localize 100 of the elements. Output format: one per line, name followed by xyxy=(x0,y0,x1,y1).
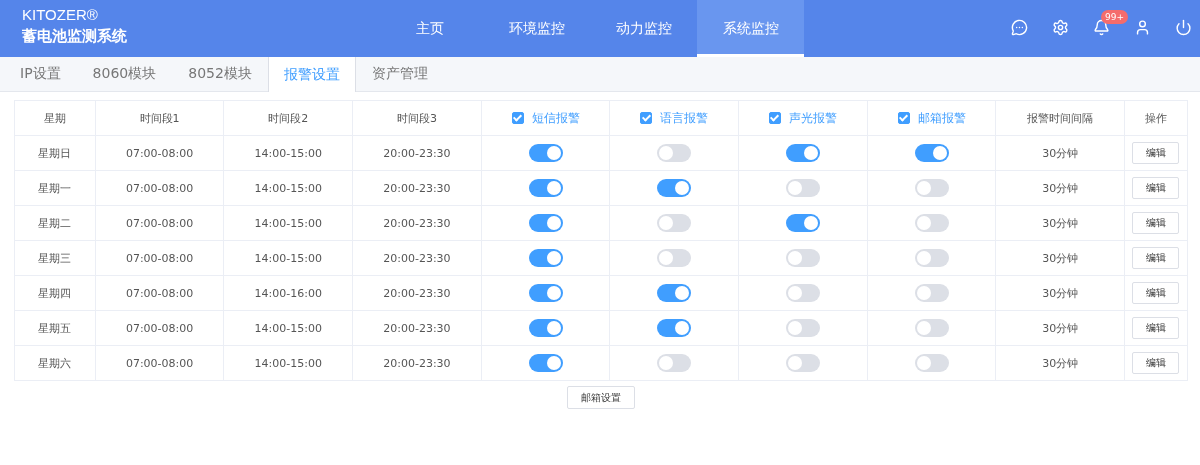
toggle-switch[interactable] xyxy=(914,249,949,267)
table-cell: 30分钟 xyxy=(1042,251,1079,265)
edit-button[interactable]: 编辑 xyxy=(1132,247,1180,269)
edit-button[interactable]: 编辑 xyxy=(1132,352,1180,374)
table-cell: 30分钟 xyxy=(1042,146,1079,160)
toggle-switch[interactable] xyxy=(528,284,563,302)
sub-tab[interactable]: 8052模块 xyxy=(172,57,268,91)
table-cell: 07:00-08:00 xyxy=(125,321,194,335)
edit-button[interactable]: 编辑 xyxy=(1132,212,1180,234)
toggle-switch[interactable] xyxy=(657,319,692,337)
table-cell: 20:00-23:30 xyxy=(383,286,451,300)
brand-name: KITOZER® xyxy=(22,6,99,24)
column-header: 时间段1 xyxy=(139,111,180,125)
toggle-switch[interactable] xyxy=(528,354,563,372)
checkbox[interactable] xyxy=(897,112,910,124)
sub-tab[interactable]: 资产管理 xyxy=(355,57,444,91)
table-cell: 07:00-08:00 xyxy=(125,356,194,370)
table-cell: 30分钟 xyxy=(1042,356,1079,370)
sub-tab[interactable]: 报警设置 xyxy=(267,57,356,92)
column-header: 操作 xyxy=(1145,111,1167,125)
toggle-switch[interactable] xyxy=(528,319,563,337)
toggle-switch[interactable] xyxy=(657,249,692,267)
table-cell: 30分钟 xyxy=(1042,321,1079,335)
toggle-switch[interactable] xyxy=(785,354,820,372)
toggle-switch[interactable] xyxy=(657,354,692,372)
table-cell: 20:00-23:30 xyxy=(383,216,451,230)
toggle-switch[interactable] xyxy=(785,214,820,232)
sub-tab[interactable]: 8060模块 xyxy=(76,57,173,91)
checkbox[interactable] xyxy=(640,112,653,124)
edit-button[interactable]: 编辑 xyxy=(1132,317,1180,339)
power-icon[interactable] xyxy=(1175,19,1192,36)
toggle-switch[interactable] xyxy=(914,284,949,302)
table-cell: 20:00-23:30 xyxy=(383,321,451,335)
sub-tab[interactable]: IP设置 xyxy=(4,57,77,91)
settings-icon[interactable] xyxy=(1052,19,1069,36)
table-cell: 14:00-15:00 xyxy=(254,321,322,335)
table-cell: 07:00-08:00 xyxy=(125,216,194,230)
toggle-switch[interactable] xyxy=(785,249,820,267)
table-cell: 星期六 xyxy=(38,356,72,370)
toggle-switch[interactable] xyxy=(528,249,563,267)
email-settings-button[interactable]: 邮箱设置 xyxy=(567,386,635,409)
table-cell: 14:00-15:00 xyxy=(254,146,322,160)
bell-icon[interactable] xyxy=(1093,19,1110,36)
table-cell: 星期一 xyxy=(38,181,72,195)
toggle-switch[interactable] xyxy=(785,284,820,302)
toggle-switch[interactable] xyxy=(914,214,949,232)
column-header: 短信报警 xyxy=(531,109,580,127)
toggle-switch[interactable] xyxy=(914,354,949,372)
toggle-switch[interactable] xyxy=(657,144,692,162)
toggle-switch[interactable] xyxy=(657,214,692,232)
toggle-switch[interactable] xyxy=(914,179,949,197)
toggle-switch[interactable] xyxy=(657,284,692,302)
toggle-switch[interactable] xyxy=(914,319,949,337)
table-cell: 30分钟 xyxy=(1042,216,1079,230)
column-header: 声光报警 xyxy=(788,109,837,127)
toggle-switch[interactable] xyxy=(785,319,820,337)
nav-tab[interactable]: 系统监控 xyxy=(697,0,804,57)
edit-button[interactable]: 编辑 xyxy=(1132,142,1180,164)
toggle-switch[interactable] xyxy=(657,179,692,197)
table-cell: 20:00-23:30 xyxy=(383,146,451,160)
user-icon[interactable] xyxy=(1134,19,1151,36)
checkbox[interactable] xyxy=(511,112,524,124)
notification-badge: 99+ xyxy=(1101,10,1128,24)
table-cell: 14:00-15:00 xyxy=(254,251,322,265)
column-header: 时间段3 xyxy=(396,111,437,125)
table-cell: 07:00-08:00 xyxy=(125,146,194,160)
toggle-switch[interactable] xyxy=(528,144,563,162)
table-cell: 07:00-08:00 xyxy=(125,181,194,195)
table-cell: 14:00-15:00 xyxy=(254,356,322,370)
app-title: 蓄电池监测系统 xyxy=(22,26,128,47)
edit-button[interactable]: 编辑 xyxy=(1132,177,1180,199)
column-header: 语言报警 xyxy=(660,109,709,127)
toggle-switch[interactable] xyxy=(785,179,820,197)
table-cell: 星期日 xyxy=(38,146,72,160)
table-cell: 20:00-23:30 xyxy=(383,181,451,195)
chat-icon[interactable] xyxy=(1011,19,1028,36)
table-cell: 星期五 xyxy=(38,321,72,335)
table-cell: 星期四 xyxy=(38,286,72,300)
table-cell: 20:00-23:30 xyxy=(383,356,451,370)
nav-tab[interactable]: 主页 xyxy=(376,0,483,57)
edit-button[interactable]: 编辑 xyxy=(1132,282,1180,304)
table-cell: 14:00-16:00 xyxy=(254,286,322,300)
toggle-switch[interactable] xyxy=(528,214,563,232)
column-header: 报警时间间隔 xyxy=(1027,111,1094,125)
table-cell: 30分钟 xyxy=(1042,286,1079,300)
table-cell: 星期二 xyxy=(38,216,72,230)
table-cell: 07:00-08:00 xyxy=(125,251,194,265)
column-header: 时间段2 xyxy=(268,111,309,125)
nav-tab[interactable]: 动力监控 xyxy=(590,0,697,57)
toggle-switch[interactable] xyxy=(528,179,563,197)
column-header: 邮箱报警 xyxy=(917,109,966,127)
column-header: 星期 xyxy=(43,111,66,125)
table-cell: 14:00-15:00 xyxy=(254,181,322,195)
nav-tab[interactable]: 环境监控 xyxy=(483,0,590,57)
table-cell: 星期三 xyxy=(38,251,72,265)
table-cell: 30分钟 xyxy=(1042,181,1079,195)
checkbox[interactable] xyxy=(768,112,781,124)
toggle-switch[interactable] xyxy=(914,144,949,162)
toggle-switch[interactable] xyxy=(785,144,820,162)
table-cell: 20:00-23:30 xyxy=(383,251,451,265)
